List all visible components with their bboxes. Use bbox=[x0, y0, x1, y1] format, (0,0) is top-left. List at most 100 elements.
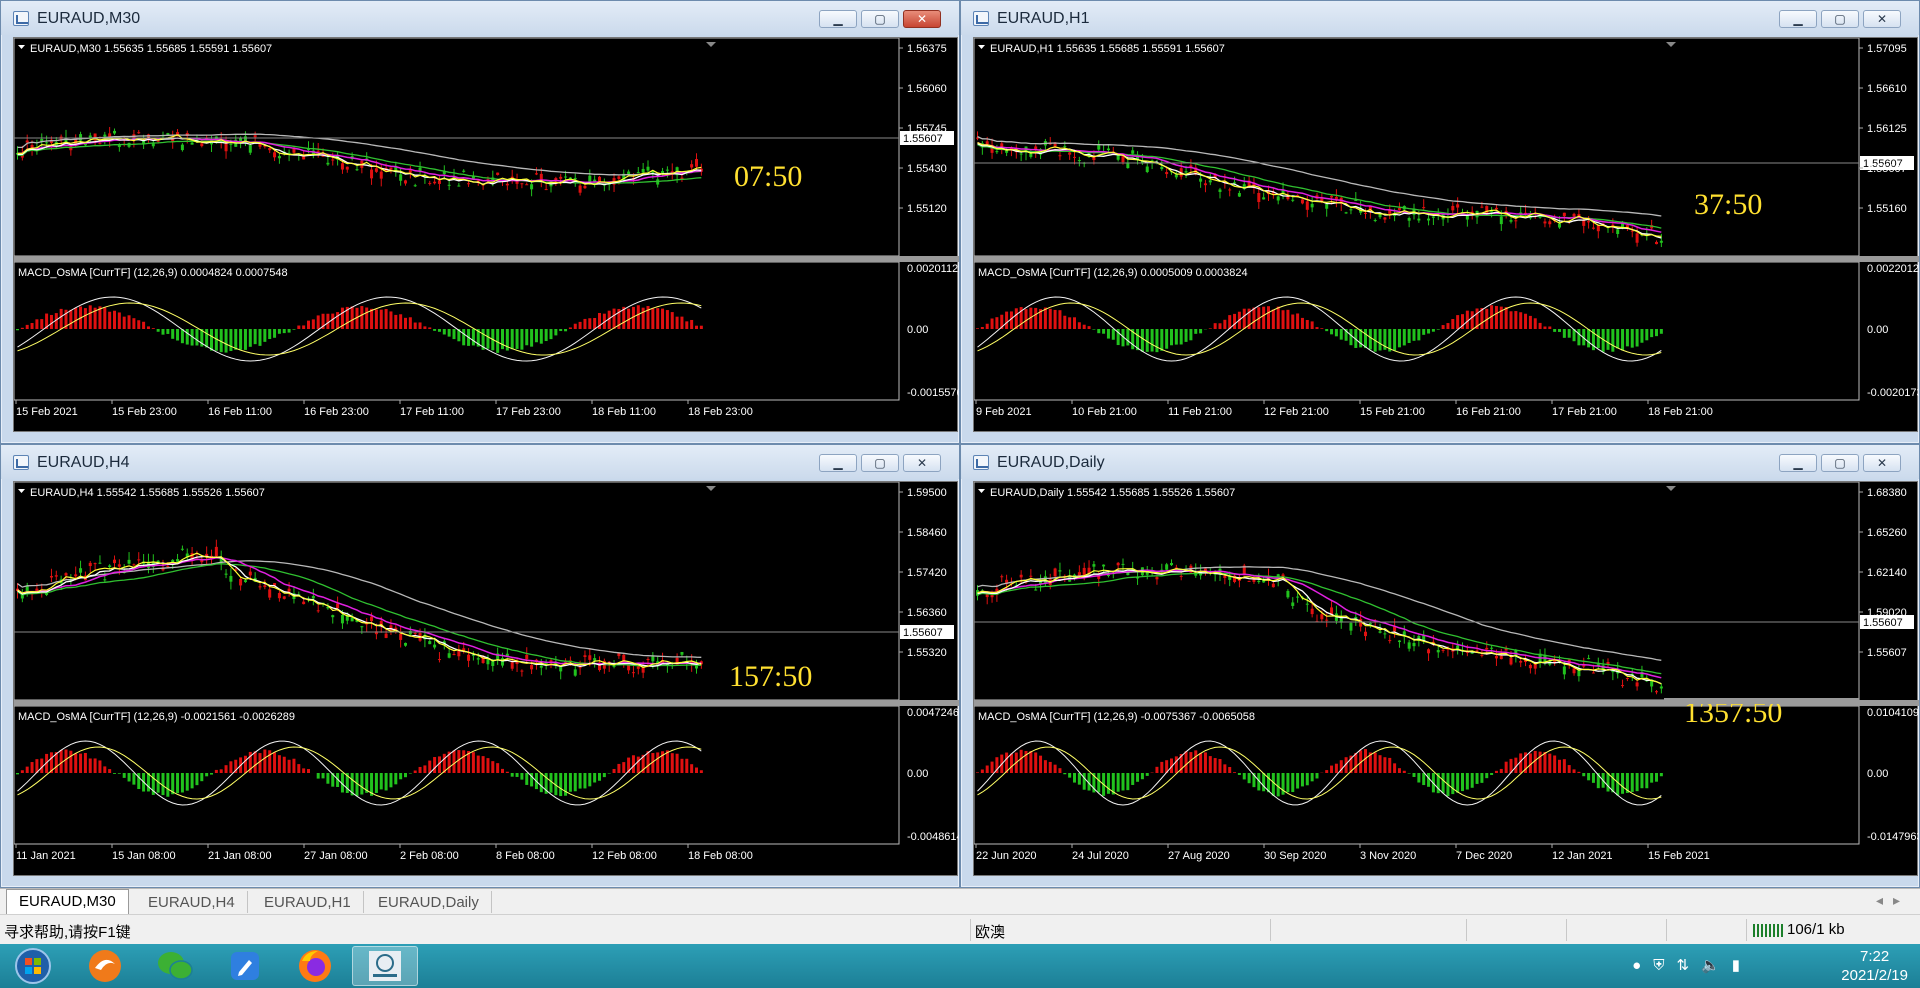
time-axis-label: 18 Feb 21:00 bbox=[1648, 406, 1713, 418]
time-axis-label: 12 Feb 08:00 bbox=[592, 850, 657, 862]
current-price-label: 1.55607 bbox=[903, 627, 943, 639]
taskbar-app-mt4[interactable] bbox=[352, 946, 418, 986]
wechat-tray-icon[interactable]: ● bbox=[1632, 957, 1641, 974]
price-tick: 1.68380 bbox=[1867, 487, 1907, 499]
price-tick: 1.57095 bbox=[1867, 43, 1907, 55]
signal-icon[interactable]: ▮ bbox=[1732, 957, 1740, 974]
time-axis-label: 15 Jan 08:00 bbox=[112, 850, 176, 862]
status-cell bbox=[1566, 919, 1666, 941]
chart-canvas[interactable]: 1.55607 EURAUD,M30 1.55635 1.55685 1.5559… bbox=[13, 37, 963, 432]
chart-window-icon bbox=[13, 11, 29, 26]
close-icon: ✕ bbox=[1876, 12, 1888, 26]
price-tick: 1.55430 bbox=[907, 163, 947, 175]
connection-bars-icon bbox=[1753, 923, 1783, 937]
tab-euraud-daily[interactable]: EURAUD,Daily bbox=[366, 891, 492, 913]
firefox-icon bbox=[299, 950, 331, 982]
maximize-button[interactable]: ▢ bbox=[861, 10, 899, 28]
clock[interactable]: 7:22 2021/2/19 bbox=[1841, 947, 1908, 985]
close-button[interactable]: ✕ bbox=[1863, 454, 1901, 472]
macd-tick: 0.00 bbox=[907, 324, 928, 336]
window-titlebar[interactable] bbox=[961, 445, 1919, 479]
price-tick: 1.65260 bbox=[1867, 527, 1907, 539]
macd-header: MACD_OsMA [CurrTF] (12,26,9) -0.0021561 … bbox=[18, 711, 295, 723]
start-button[interactable] bbox=[8, 946, 58, 986]
network-icon[interactable]: ⇅ bbox=[1676, 957, 1689, 974]
chart-header: EURAUD,H4 1.55542 1.55685 1.55526 1.5560… bbox=[30, 487, 265, 499]
window-controls: ▁ ▢ ✕ bbox=[1779, 10, 1901, 28]
taskbar: ● ⛨ ⇅ 🔈 ▮ 7:22 2021/2/19 bbox=[0, 944, 1920, 988]
bar-countdown-timer: 157:50 bbox=[729, 660, 812, 693]
tab-scroll-arrows[interactable]: ◂▸ bbox=[1876, 892, 1910, 909]
minimize-button[interactable]: ▁ bbox=[819, 10, 857, 28]
macd-tick: 0.00 bbox=[1867, 768, 1888, 780]
price-tick: 1.55120 bbox=[907, 203, 947, 215]
window-title: EURAUD,H4 bbox=[37, 454, 130, 471]
time-axis-label: 18 Feb 11:00 bbox=[592, 406, 656, 418]
clock-date: 2021/2/19 bbox=[1841, 967, 1908, 984]
window-titlebar[interactable] bbox=[1, 445, 959, 479]
tab-euraud-h4[interactable]: EURAUD,H4 bbox=[136, 891, 248, 913]
window-titlebar[interactable] bbox=[961, 1, 1919, 35]
minimize-button[interactable]: ▁ bbox=[819, 454, 857, 472]
maximize-icon: ▢ bbox=[1834, 456, 1846, 470]
chart-window-0[interactable]: EURAUD,M30 ▁ ▢ ✕ 1.55607 EURAUD,M30 1.556… bbox=[0, 0, 963, 444]
macd-header: MACD_OsMA [CurrTF] (12,26,9) -0.0075367 … bbox=[978, 711, 1255, 723]
maximize-button[interactable]: ▢ bbox=[1821, 454, 1859, 472]
taskbar-app-swirl[interactable] bbox=[80, 946, 130, 986]
candles bbox=[16, 539, 703, 680]
windows-orb-icon bbox=[15, 948, 51, 984]
minimize-button[interactable]: ▁ bbox=[1779, 454, 1817, 472]
maximize-button[interactable]: ▢ bbox=[861, 454, 899, 472]
taskbar-app-pen[interactable] bbox=[220, 946, 270, 986]
minimize-button[interactable]: ▁ bbox=[1779, 10, 1817, 28]
time-axis-label: 18 Feb 23:00 bbox=[688, 406, 753, 418]
chart-window-icon bbox=[973, 455, 989, 470]
time-axis-label: 10 Feb 21:00 bbox=[1072, 406, 1137, 418]
time-axis-label: 17 Feb 21:00 bbox=[1552, 406, 1617, 418]
chart-window-3[interactable]: EURAUD,Daily ▁ ▢ ✕ 1.55607 EURAUD,Daily 1… bbox=[960, 444, 1920, 888]
taskbar-app-wechat[interactable] bbox=[150, 946, 200, 986]
close-button[interactable]: ✕ bbox=[903, 10, 941, 28]
taskbar-app-firefox[interactable] bbox=[290, 946, 340, 986]
macd-tick: -0.0015576 bbox=[907, 387, 959, 399]
close-button[interactable]: ✕ bbox=[903, 454, 941, 472]
time-axis-label: 15 Feb 2021 bbox=[1648, 850, 1710, 862]
time-axis-label: 27 Jan 08:00 bbox=[304, 850, 368, 862]
time-axis-label: 17 Feb 11:00 bbox=[400, 406, 464, 418]
tab-euraud-m30[interactable]: EURAUD,M30 bbox=[6, 889, 129, 914]
shield-icon[interactable]: ⛨ bbox=[1653, 957, 1664, 974]
price-tick: 1.58460 bbox=[907, 527, 947, 539]
price-tick: 1.62140 bbox=[1867, 567, 1907, 579]
chart-header: EURAUD,Daily 1.55542 1.55685 1.55526 1.5… bbox=[990, 487, 1235, 499]
macd-histogram bbox=[976, 749, 1663, 797]
price-tick: 1.55160 bbox=[1867, 203, 1907, 215]
price-tick: 1.56375 bbox=[907, 43, 947, 55]
window-title: EURAUD,H1 bbox=[997, 10, 1090, 27]
price-tick: 1.56125 bbox=[1867, 123, 1907, 135]
time-axis-label: 22 Jun 2020 bbox=[976, 850, 1037, 862]
volume-icon[interactable]: 🔈 bbox=[1701, 957, 1720, 974]
close-button[interactable]: ✕ bbox=[1863, 10, 1901, 28]
clock-time: 7:22 bbox=[1860, 948, 1890, 965]
chart-canvas[interactable]: 1.55607 EURAUD,Daily 1.55542 1.55685 1.55… bbox=[973, 481, 1920, 876]
macd-tick: 0.0047246 bbox=[907, 707, 959, 719]
window-titlebar[interactable] bbox=[1, 1, 959, 35]
price-tick: 1.57420 bbox=[907, 567, 947, 579]
time-axis-label: 3 Nov 2020 bbox=[1360, 850, 1416, 862]
tab-euraud-h1[interactable]: EURAUD,H1 bbox=[252, 891, 364, 913]
maximize-button[interactable]: ▢ bbox=[1821, 10, 1859, 28]
status-cell bbox=[1466, 919, 1566, 941]
status-traffic: 106/1 kb bbox=[1746, 919, 1920, 941]
time-axis-label: 15 Feb 21:00 bbox=[1360, 406, 1425, 418]
window-title: EURAUD,M30 bbox=[37, 10, 141, 27]
chart-window-1[interactable]: EURAUD,H1 ▁ ▢ ✕ 1.55607 EURAUD,H1 1.55635… bbox=[960, 0, 1920, 444]
mdi-workspace: EURAUD,M30 ▁ ▢ ✕ 1.55607 EURAUD,M30 1.556… bbox=[0, 0, 1920, 888]
chart-window-2[interactable]: EURAUD,H4 ▁ ▢ ✕ 1.55607 EURAUD,H4 1.55542… bbox=[0, 444, 963, 888]
status-profile: 欧澳 bbox=[970, 919, 1270, 941]
window-title: EURAUD,Daily bbox=[997, 454, 1105, 471]
window-controls: ▁ ▢ ✕ bbox=[1779, 454, 1901, 472]
chart-canvas[interactable]: 1.55607 EURAUD,H4 1.55542 1.55685 1.55526… bbox=[13, 481, 963, 876]
price-tick: 1.59020 bbox=[1867, 607, 1907, 619]
chart-canvas[interactable]: 1.55607 EURAUD,H1 1.55635 1.55685 1.55591… bbox=[973, 37, 1920, 432]
macd-tick: -0.0147963 bbox=[1867, 831, 1919, 843]
